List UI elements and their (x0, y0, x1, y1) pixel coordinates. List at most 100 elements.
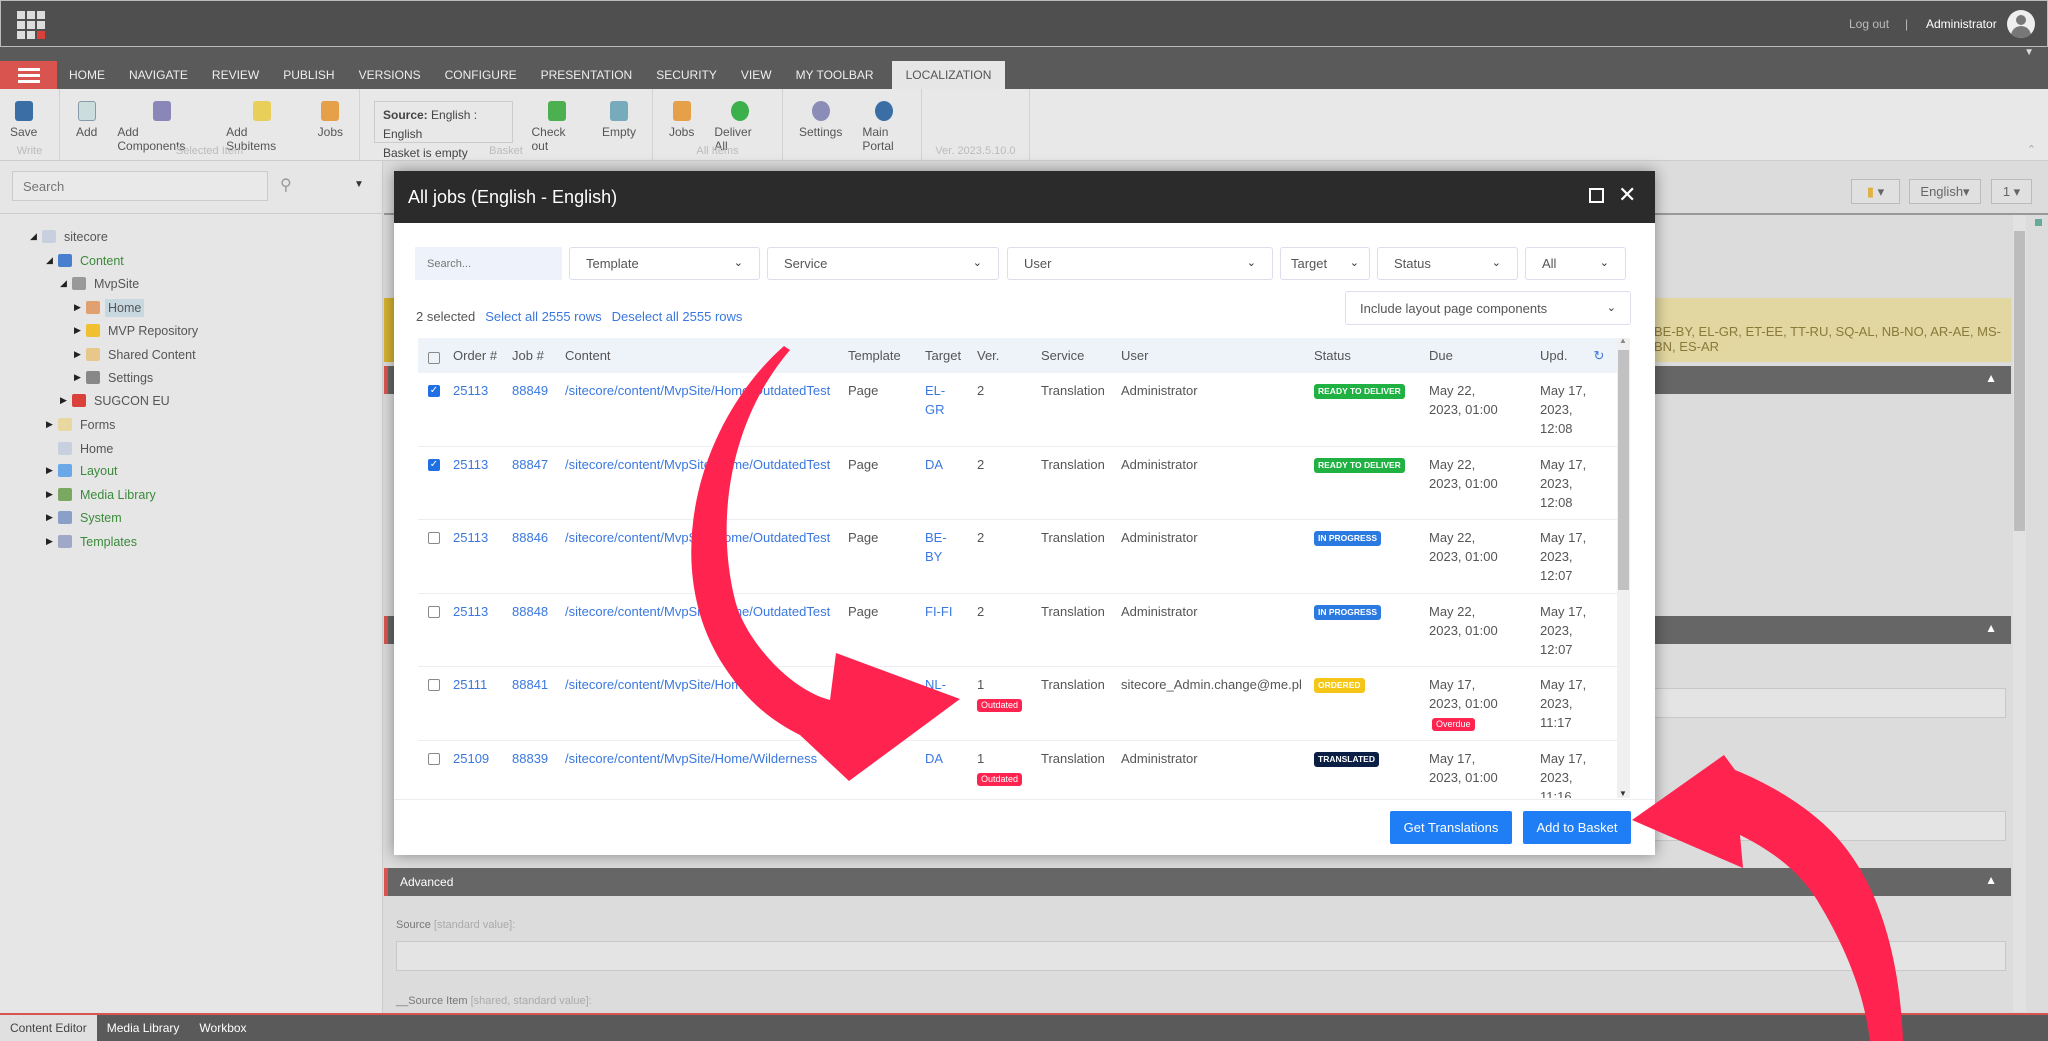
row-checkbox[interactable] (428, 752, 440, 765)
tree-item[interactable]: MvpSite (91, 275, 142, 293)
order-link[interactable]: 25113 (453, 602, 512, 667)
tree-item[interactable]: Templates (77, 533, 140, 551)
job-link[interactable]: 88849 (512, 381, 565, 446)
get-translations-button[interactable]: Get Translations (1390, 811, 1512, 844)
select-all-checkbox[interactable] (428, 351, 440, 364)
deselect-all-link[interactable]: Deselect all 2555 rows (612, 309, 743, 324)
target-link[interactable]: NL- (925, 675, 955, 740)
tab-security[interactable]: SECURITY (644, 61, 729, 89)
search-icon[interactable]: ⚲ (280, 175, 292, 195)
template-filter[interactable]: Template ⌄ (569, 247, 760, 280)
job-link[interactable]: 88847 (512, 455, 565, 520)
content-link[interactable]: /sitecore/content/MvpSite/Home (565, 675, 848, 740)
tab-versions[interactable]: VERSIONS (347, 61, 433, 89)
tree-item[interactable]: Home (77, 440, 116, 458)
tab-localization[interactable]: LOCALIZATION (891, 61, 1006, 89)
tree-item[interactable]: Content (77, 252, 127, 270)
tree-item[interactable]: Home (105, 299, 145, 317)
search-options-chevron-icon[interactable]: ▼ (354, 179, 364, 190)
collapse-arrow-icon[interactable]: ◢ (46, 255, 53, 266)
settings-button[interactable]: Settings (789, 101, 852, 139)
tree-item[interactable]: Forms (77, 416, 118, 434)
maximize-icon[interactable] (1589, 188, 1604, 203)
expand-arrow-icon[interactable]: ▶ (46, 512, 53, 523)
job-link[interactable]: 88839 (512, 749, 565, 799)
table-scrollbar[interactable]: ▲ ▼ (1617, 336, 1630, 798)
section-advanced[interactable]: Advanced ▲ (384, 868, 2011, 896)
close-icon[interactable]: ✕ (1618, 182, 1636, 208)
sitecore-logo-icon[interactable] (17, 11, 45, 39)
expand-arrow-icon[interactable]: ▶ (46, 489, 53, 500)
tree-item[interactable]: Shared Content (105, 346, 199, 364)
collapse-arrow-icon[interactable]: ◢ (30, 231, 37, 242)
content-link[interactable]: /sitecore/content/MvpSite/Home/OutdatedT… (565, 381, 848, 446)
expand-arrow-icon[interactable]: ▶ (46, 419, 53, 430)
include-layout-select[interactable]: Include layout page components ⌄ (1345, 291, 1631, 325)
service-filter[interactable]: Service ⌄ (767, 247, 999, 280)
version-selector[interactable]: 1 ▾ (1991, 179, 2032, 204)
tree-item[interactable]: sitecore (61, 228, 111, 246)
tree-item[interactable]: Layout (77, 462, 121, 480)
order-link[interactable]: 25113 (453, 381, 512, 446)
tab-workbox[interactable]: Workbox (189, 1015, 256, 1041)
job-link[interactable]: 88848 (512, 602, 565, 667)
collapse-arrow-icon[interactable]: ◢ (60, 278, 67, 289)
content-link[interactable]: /sitecore/content/MvpSite/Home/OutdatedT… (565, 602, 848, 667)
refresh-icon[interactable]: ↻ (1593, 348, 1604, 363)
row-checkbox[interactable] (428, 532, 440, 544)
order-link[interactable]: 25113 (453, 455, 512, 520)
tree-item[interactable]: MVP Repository (105, 322, 201, 340)
chevron-up-icon[interactable]: ⌃ (2027, 143, 2036, 156)
add-to-basket-button[interactable]: Add to Basket (1523, 811, 1631, 844)
target-link[interactable]: BE-BY (925, 528, 955, 593)
add-button[interactable]: Add (66, 101, 107, 139)
order-link[interactable]: 25113 (453, 528, 512, 593)
editor-scrollbar[interactable] (2013, 215, 2026, 1012)
all-filter[interactable]: All ⌄ (1525, 247, 1626, 280)
tab-view[interactable]: VIEW (729, 61, 784, 89)
empty-button[interactable]: Empty (592, 101, 646, 139)
jobs-button[interactable]: Jobs (308, 101, 353, 139)
content-link[interactable]: /sitecore/content/MvpSite/Home/OutdatedT… (565, 455, 848, 520)
target-link[interactable]: EL-GR (925, 381, 955, 446)
target-filter[interactable]: Target ⌄ (1280, 247, 1370, 280)
target-link[interactable]: DA (925, 455, 955, 520)
tab-media-library[interactable]: Media Library (97, 1015, 190, 1041)
expand-arrow-icon[interactable]: ▶ (46, 536, 53, 547)
tree-search-input[interactable] (12, 171, 268, 201)
save-button[interactable]: Save (0, 101, 47, 139)
expand-arrow-icon[interactable]: ▶ (46, 465, 53, 476)
tab-review[interactable]: REVIEW (200, 61, 271, 89)
item-menu-button[interactable]: ▮ ▾ (1851, 179, 1900, 204)
row-checkbox[interactable]: ✓ (428, 458, 440, 471)
expand-arrow-icon[interactable]: ▶ (74, 325, 81, 336)
target-link[interactable]: FI-FI (925, 602, 955, 667)
job-link[interactable]: 88841 (512, 675, 565, 740)
order-link[interactable]: 25111 (453, 675, 512, 740)
row-checkbox[interactable]: ✓ (428, 385, 440, 397)
tab-navigate[interactable]: NAVIGATE (117, 61, 200, 89)
all-jobs-button[interactable]: Jobs (659, 101, 704, 139)
row-checkbox[interactable] (428, 679, 440, 691)
tree-item[interactable]: Settings (105, 369, 156, 387)
tree-item[interactable]: System (77, 509, 125, 527)
tree-item[interactable]: Media Library (77, 486, 159, 504)
tab-configure[interactable]: CONFIGURE (433, 61, 529, 89)
status-filter[interactable]: Status ⌄ (1377, 247, 1518, 280)
expand-arrow-icon[interactable]: ▶ (74, 372, 81, 383)
expand-arrow-icon[interactable]: ▶ (74, 349, 81, 360)
target-link[interactable]: DA (925, 749, 955, 799)
row-checkbox[interactable] (428, 605, 440, 618)
select-all-link[interactable]: Select all 2555 rows (485, 309, 601, 324)
tab-home[interactable]: HOME (57, 61, 117, 89)
jobs-search-input[interactable] (415, 247, 562, 280)
logout-link[interactable]: Log out (1849, 17, 1889, 31)
collapse-ribbon-icon[interactable]: ▼ (2024, 47, 2034, 58)
expand-arrow-icon[interactable]: ▶ (60, 395, 67, 406)
expand-arrow-icon[interactable]: ▶ (74, 302, 81, 313)
avatar[interactable] (2007, 10, 2035, 38)
tree-item[interactable]: SUGCON EU (91, 392, 173, 410)
tab-content-editor[interactable]: Content Editor (0, 1015, 97, 1041)
order-link[interactable]: 25109 (453, 749, 512, 799)
tab-publish[interactable]: PUBLISH (271, 61, 346, 89)
